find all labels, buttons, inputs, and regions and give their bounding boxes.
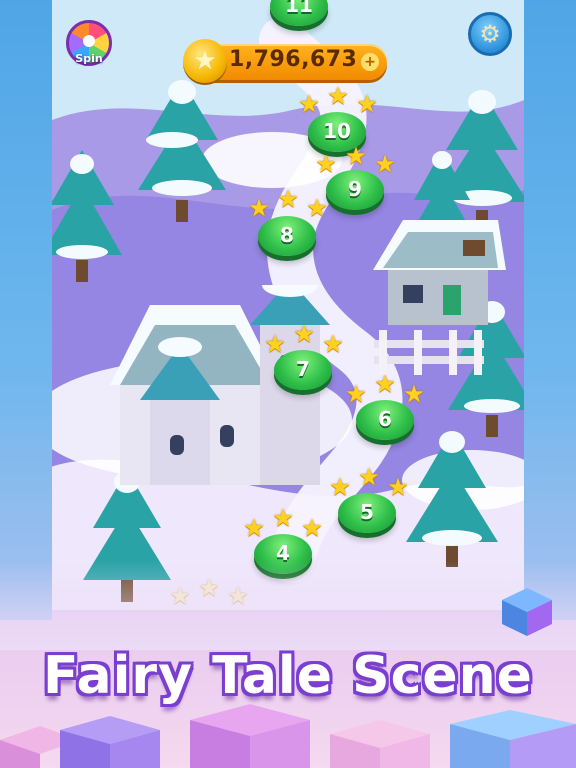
left-frame (0, 0, 52, 620)
coin-count: 1,796,673 (229, 47, 358, 72)
star-icon: ★ (403, 380, 425, 408)
star-icon: ★ (298, 90, 320, 118)
level-number: 5 (360, 500, 374, 524)
coin-balance[interactable]: ★ 1,796,673 + (183, 39, 387, 83)
castle-decor (110, 285, 330, 485)
promo-headline: Fairy Tale Scene (43, 646, 533, 706)
spin-wheel-button[interactable]: Spin (66, 20, 112, 66)
bottom-cubes-decor (0, 704, 576, 768)
level-number: 9 (348, 177, 362, 201)
map-fade (0, 560, 576, 650)
level-node-6[interactable]: 6 (356, 400, 414, 440)
level-number: 6 (378, 407, 392, 431)
spin-wheel-icon (83, 35, 95, 47)
star-icon: ★ (264, 330, 286, 358)
spin-label: Spin (75, 52, 103, 65)
coin-star-icon: ★ (183, 39, 227, 83)
level-map[interactable]: 11 ★ ★ ★ 10 ★ ★ ★ 9 ★ ★ ★ 8 ★ ★ ★ 7 ★ ★ … (52, 0, 524, 610)
star-icon: ★ (374, 150, 396, 178)
level-number: 11 (285, 0, 313, 17)
level-number: 7 (296, 357, 310, 381)
level-node-8[interactable]: 8 (258, 216, 316, 256)
star-icon: ★ (272, 504, 294, 532)
level-node-9[interactable]: 9 (326, 170, 384, 210)
star-icon: ★ (345, 142, 367, 170)
add-coins-icon[interactable]: + (361, 53, 379, 71)
star-icon: ★ (329, 473, 351, 501)
star-icon: ★ (345, 380, 367, 408)
star-icon: ★ (248, 194, 270, 222)
level-number: 8 (280, 223, 294, 247)
star-icon: ★ (327, 82, 349, 110)
level-node-7[interactable]: 7 (274, 350, 332, 390)
star-icon: ★ (243, 514, 265, 542)
star-icon: ★ (374, 370, 396, 398)
star-icon: ★ (301, 514, 323, 542)
star-icon: ★ (306, 194, 328, 222)
star-icon: ★ (358, 463, 380, 491)
settings-button[interactable]: ⚙ (468, 12, 512, 56)
cabin-decor (373, 220, 506, 325)
game-scene: 11 ★ ★ ★ 10 ★ ★ ★ 9 ★ ★ ★ 8 ★ ★ ★ 7 ★ ★ … (0, 0, 576, 768)
gift-cube-decor (502, 588, 552, 636)
gear-icon: ⚙ (479, 20, 501, 48)
level-number: 10 (323, 119, 351, 143)
star-icon: ★ (322, 330, 344, 358)
level-node-5[interactable]: 5 (338, 493, 396, 533)
star-icon: ★ (277, 185, 299, 213)
star-icon: ★ (356, 90, 378, 118)
star-icon: ★ (315, 150, 337, 178)
right-frame (524, 0, 576, 620)
star-icon: ★ (387, 473, 409, 501)
star-icon: ★ (293, 320, 315, 348)
